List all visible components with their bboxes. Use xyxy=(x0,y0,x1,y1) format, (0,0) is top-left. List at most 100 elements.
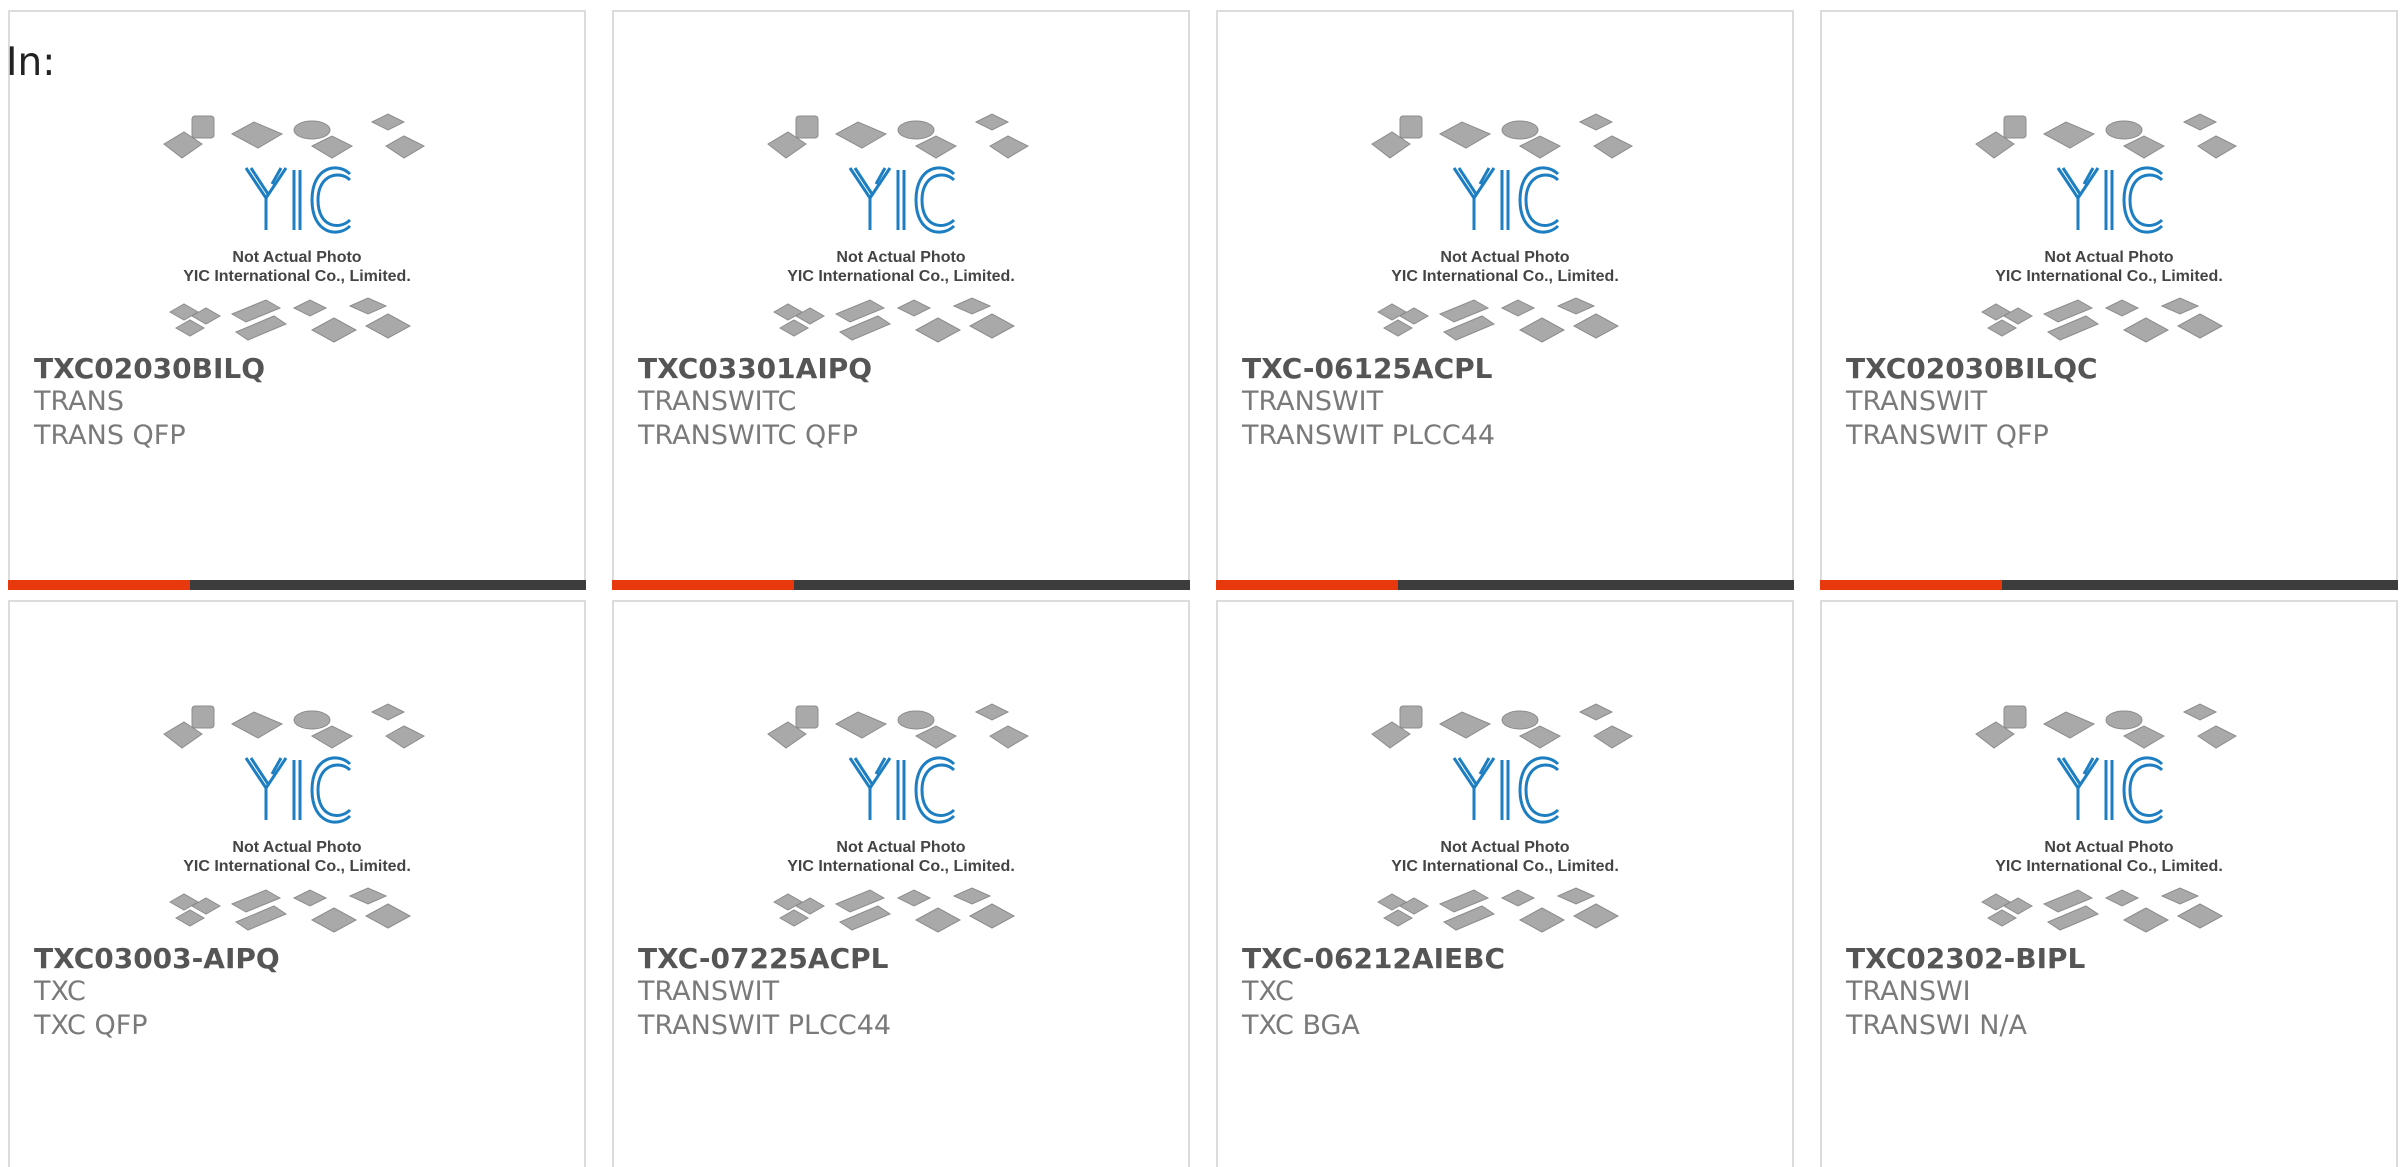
product-page: In: Not Actual Photo YIC International Co… xyxy=(0,0,2400,1167)
description: TRANSWIT PLCC44 xyxy=(638,1010,892,1041)
chip-packages-top xyxy=(1371,703,1634,749)
bar-accent xyxy=(8,580,190,590)
caption-not-actual-photo: Not Actual Photo xyxy=(2044,839,2174,856)
caption-company: YIC International Co., Limited. xyxy=(787,858,1015,875)
bar-dark xyxy=(1398,580,1794,590)
yic-logo xyxy=(244,756,352,824)
caption-company: YIC International Co., Limited. xyxy=(1995,858,2223,875)
caption-not-actual-photo: Not Actual Photo xyxy=(2044,249,2174,266)
placeholder-photo xyxy=(1371,703,1634,933)
chip-packages-top xyxy=(1371,113,1634,159)
placeholder-photo xyxy=(1975,113,2238,343)
caption-not-actual-photo: Not Actual Photo xyxy=(836,249,966,266)
caption-company: YIC International Co., Limited. xyxy=(1391,858,1619,875)
yic-logo xyxy=(1452,166,1560,234)
chip-packages-top xyxy=(1975,113,2238,159)
placeholder-photo xyxy=(163,113,426,343)
description: TRANSWI N/A xyxy=(1846,1010,2027,1041)
placeholder-caption: Not Actual Photo YIC International Co., L… xyxy=(162,838,432,876)
caption-not-actual-photo: Not Actual Photo xyxy=(232,249,362,266)
manufacturer: TRANSWIT xyxy=(638,976,780,1007)
product-card[interactable]: Not Actual Photo YIC International Co., L… xyxy=(1820,600,2398,1167)
product-card[interactable]: Not Actual Photo YIC International Co., L… xyxy=(1216,10,1794,590)
bar-accent xyxy=(1216,580,1398,590)
part-number-link[interactable]: TXC-06125ACPL xyxy=(1242,352,1493,385)
yic-logo xyxy=(2056,166,2164,234)
manufacturer: TRANSWI xyxy=(1846,976,1971,1007)
placeholder-caption: Not Actual Photo YIC International Co., L… xyxy=(1370,838,1640,876)
product-card[interactable]: Not Actual Photo YIC International Co., L… xyxy=(8,600,586,1167)
part-number-link[interactable]: TXC02030BILQ xyxy=(34,352,265,385)
product-image[interactable]: Not Actual Photo YIC International Co., L… xyxy=(1370,100,1640,360)
bar-accent xyxy=(1820,580,2002,590)
bar-accent xyxy=(612,580,794,590)
caption-company: YIC International Co., Limited. xyxy=(183,858,411,875)
placeholder-caption: Not Actual Photo YIC International Co., L… xyxy=(766,838,1036,876)
part-number-link[interactable]: TXC-07225ACPL xyxy=(638,942,889,975)
yic-logo xyxy=(244,166,352,234)
placeholder-caption: Not Actual Photo YIC International Co., L… xyxy=(766,248,1036,286)
manufacturer: TRANSWITC xyxy=(638,386,797,417)
caption-not-actual-photo: Not Actual Photo xyxy=(836,839,966,856)
chip-packages-top xyxy=(767,703,1030,749)
placeholder-caption: Not Actual Photo YIC International Co., L… xyxy=(1974,838,2244,876)
product-image[interactable]: Not Actual Photo YIC International Co., L… xyxy=(1370,690,1640,950)
product-card[interactable]: Not Actual Photo YIC International Co., L… xyxy=(8,10,586,590)
bar-dark xyxy=(794,580,1190,590)
product-card[interactable]: Not Actual Photo YIC International Co., L… xyxy=(1820,10,2398,590)
product-image[interactable]: Not Actual Photo YIC International Co., L… xyxy=(162,100,432,360)
chip-packages-bottom xyxy=(1376,297,1620,343)
placeholder-caption: Not Actual Photo YIC International Co., L… xyxy=(1370,248,1640,286)
chip-packages-bottom xyxy=(1980,887,2224,933)
product-card[interactable]: Not Actual Photo YIC International Co., L… xyxy=(612,10,1190,590)
product-card[interactable]: Not Actual Photo YIC International Co., L… xyxy=(1216,600,1794,1167)
manufacturer: TXC xyxy=(1242,976,1294,1007)
card-bottom-bar xyxy=(8,580,586,590)
yic-logo xyxy=(848,166,956,234)
chip-packages-top xyxy=(163,703,426,749)
product-image[interactable]: Not Actual Photo YIC International Co., L… xyxy=(766,690,1036,950)
chip-packages-bottom xyxy=(772,887,1016,933)
placeholder-photo xyxy=(1371,113,1634,343)
filter-label: In: xyxy=(6,40,56,85)
caption-company: YIC International Co., Limited. xyxy=(1391,268,1619,285)
caption-not-actual-photo: Not Actual Photo xyxy=(1440,249,1570,266)
product-image[interactable]: Not Actual Photo YIC International Co., L… xyxy=(1974,100,2244,360)
card-bottom-bar xyxy=(612,580,1190,590)
bar-dark xyxy=(190,580,586,590)
description: TRANSWITC QFP xyxy=(638,420,859,451)
part-number-link[interactable]: TXC03301AIPQ xyxy=(638,352,872,385)
manufacturer: TRANS xyxy=(34,386,124,417)
part-number-link[interactable]: TXC02030BILQC xyxy=(1846,352,2098,385)
product-image[interactable]: Not Actual Photo YIC International Co., L… xyxy=(766,100,1036,360)
yic-logo xyxy=(1452,756,1560,824)
chip-packages-top xyxy=(1975,703,2238,749)
description: TRANSWIT PLCC44 xyxy=(1242,420,1496,451)
caption-not-actual-photo: Not Actual Photo xyxy=(1440,839,1570,856)
chip-packages-bottom xyxy=(1376,887,1620,933)
caption-company: YIC International Co., Limited. xyxy=(787,268,1015,285)
yic-logo xyxy=(848,756,956,824)
placeholder-caption: Not Actual Photo YIC International Co., L… xyxy=(1974,248,2244,286)
chip-packages-top xyxy=(163,113,426,159)
part-number-link[interactable]: TXC03003-AIPQ xyxy=(34,942,280,975)
product-card[interactable]: Not Actual Photo YIC International Co., L… xyxy=(612,600,1190,1167)
manufacturer: TRANSWIT xyxy=(1846,386,1988,417)
part-number-link[interactable]: TXC02302-BIPL xyxy=(1846,942,2085,975)
product-image[interactable]: Not Actual Photo YIC International Co., L… xyxy=(1974,690,2244,950)
description: TXC QFP xyxy=(34,1010,148,1041)
description: TXC BGA xyxy=(1242,1010,1360,1041)
product-grid: Not Actual Photo YIC International Co., L… xyxy=(8,10,2400,1167)
yic-logo xyxy=(2056,756,2164,824)
product-image[interactable]: Not Actual Photo YIC International Co., L… xyxy=(162,690,432,950)
bar-dark xyxy=(2002,580,2398,590)
caption-not-actual-photo: Not Actual Photo xyxy=(232,839,362,856)
chip-packages-top xyxy=(767,113,1030,159)
chip-packages-bottom xyxy=(1980,297,2224,343)
chip-packages-bottom xyxy=(168,297,412,343)
chip-packages-bottom xyxy=(168,887,412,933)
card-bottom-bar xyxy=(1820,580,2398,590)
manufacturer: TXC xyxy=(34,976,86,1007)
part-number-link[interactable]: TXC-06212AIEBC xyxy=(1242,942,1505,975)
card-bottom-bar xyxy=(1216,580,1794,590)
